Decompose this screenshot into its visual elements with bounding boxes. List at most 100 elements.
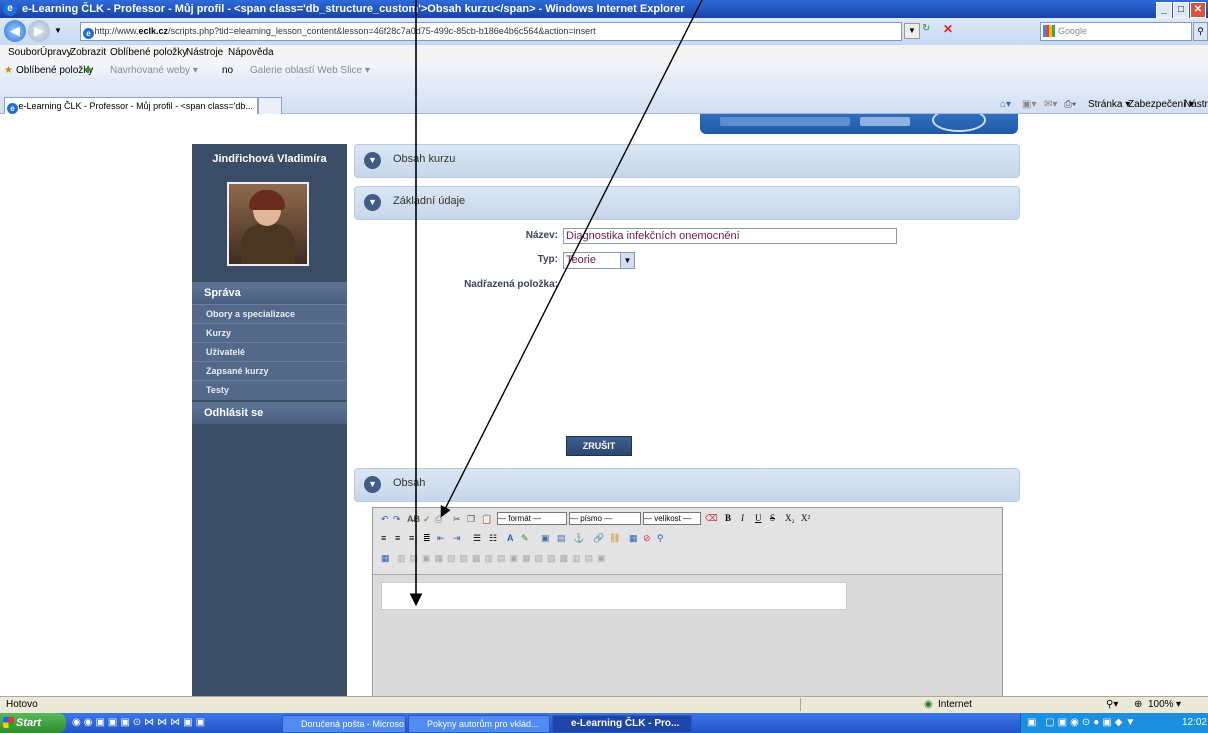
zoom-icon[interactable]: ⊕	[1134, 699, 1142, 710]
forward-button[interactable]: ▶	[28, 20, 50, 42]
superscript-icon[interactable]: X²	[801, 512, 810, 524]
taskbar-button-outlook[interactable]: Doručená pošta - Microso...	[282, 715, 406, 733]
find-replace-icon[interactable]: A̶B	[407, 513, 420, 525]
zoom-level[interactable]: 100%	[1148, 699, 1174, 710]
editor-content-area[interactable]	[381, 582, 847, 610]
google-icon	[1043, 25, 1055, 37]
preview-icon[interactable]: ⚲	[657, 532, 664, 544]
menu-view[interactable]: Zobrazit	[70, 47, 106, 58]
new-tab-button[interactable]	[258, 97, 282, 114]
menu-tools[interactable]: Nástroje	[186, 47, 223, 58]
image-icon[interactable]: ▣	[541, 532, 550, 544]
media-icon[interactable]: ▤	[557, 532, 566, 544]
print-icon[interactable]: ⎙	[435, 513, 442, 525]
cleanup-icon[interactable]: ⊘	[643, 532, 651, 544]
menu-file[interactable]: Soubor	[8, 47, 40, 58]
search-input[interactable]: Google	[1040, 22, 1192, 41]
sidebar-item-obory[interactable]: Obory a specializace	[192, 304, 347, 324]
justify-icon[interactable]: ≣	[423, 532, 431, 544]
header-search-field[interactable]	[720, 117, 850, 126]
section-course-content[interactable]: ▼ Obsah kurzu	[354, 144, 1020, 178]
align-right-icon[interactable]: ≡	[409, 532, 414, 544]
logout-link[interactable]: Odhlásit se	[192, 402, 347, 424]
html-source-icon[interactable]: ▦	[629, 532, 638, 544]
spellcheck-icon[interactable]: ✓	[423, 513, 431, 525]
menu-favorites[interactable]: Oblíbené položky	[110, 47, 187, 58]
favorites-bar: ★ Oblíbené položky ✚ Navrhované weby ▾ n…	[0, 62, 1208, 82]
quick-launch-icons[interactable]: ◉◉▣▣▣⊙⋈⋈⋈▣▣	[72, 717, 208, 728]
size-select-value: — velikost —	[644, 514, 692, 523]
tools-menu[interactable]: Nástroje ▾	[1184, 99, 1208, 110]
highlight-icon[interactable]: ✎	[521, 532, 529, 544]
mail-icon[interactable]: ✉▾	[1044, 99, 1057, 110]
maximize-button[interactable]: □	[1173, 2, 1189, 18]
header-search-button[interactable]	[860, 117, 910, 126]
sidebar-item-zapsane-kurzy[interactable]: Zapsané kurzy	[192, 361, 347, 381]
sidebar: Jindřichová Vladimíra Správa Obory a spe…	[192, 144, 347, 696]
italic-icon[interactable]: I	[741, 512, 744, 524]
page-menu[interactable]: Stránka ▾	[1088, 99, 1130, 110]
type-select[interactable]: Teorie ▼	[563, 252, 635, 269]
menu-help[interactable]: Nápověda	[228, 47, 274, 58]
add-favorite-icon[interactable]: ✚	[84, 65, 92, 76]
print-icon[interactable]: ⎙▾	[1064, 99, 1076, 110]
home-icon[interactable]: ⌂▾	[1000, 99, 1011, 110]
web-slice-gallery-link[interactable]: Galerie oblastí Web Slice ▾	[250, 65, 370, 76]
size-select[interactable]: — velikost —	[643, 512, 701, 525]
type-select-value: Teorie	[566, 254, 596, 266]
close-button[interactable]: ✕	[1190, 2, 1206, 18]
font-select[interactable]: — písmo —	[569, 512, 641, 525]
anchor-icon[interactable]: ⚓	[573, 532, 584, 544]
refresh-icon[interactable]: ↻	[922, 23, 938, 37]
underline-icon[interactable]: U	[755, 512, 762, 524]
numbered-list-icon[interactable]: ☷	[489, 532, 497, 544]
start-button[interactable]: Start	[0, 713, 66, 733]
indent-icon[interactable]: ⇥	[453, 532, 461, 544]
stop-icon[interactable]: ✕	[943, 22, 957, 36]
sidebar-item-uzivatele[interactable]: Uživatelé	[192, 342, 347, 362]
address-bar[interactable]: e http://www.eclk.cz/scripts.php?tid=ele…	[80, 22, 902, 41]
sidebar-item-testy[interactable]: Testy	[192, 380, 347, 400]
unlink-icon[interactable]: ⛓	[609, 532, 620, 544]
bold-icon[interactable]: B	[725, 512, 731, 524]
format-select-value: — formát —	[498, 514, 542, 523]
minimize-button[interactable]: _	[1156, 2, 1172, 18]
paste-icon[interactable]: 📋	[481, 513, 492, 525]
strikethrough-icon[interactable]: S	[770, 512, 775, 524]
align-left-icon[interactable]: ≡	[381, 532, 386, 544]
format-select[interactable]: — formát —	[497, 512, 567, 525]
search-icon[interactable]: ⚲	[1193, 22, 1208, 41]
outdent-icon[interactable]: ⇤	[437, 532, 445, 544]
remove-format-icon[interactable]: ⌫	[705, 512, 718, 524]
taskbar-button-ie[interactable]: e-Learning ČLK - Pro...	[552, 715, 692, 733]
copy-icon[interactable]: ❐	[467, 513, 475, 525]
cancel-selection-button[interactable]: ZRUŠIT VÝBĚR	[566, 436, 632, 469]
insert-table-icon[interactable]: ▦	[381, 552, 390, 564]
text-color-icon[interactable]: A	[507, 532, 514, 544]
zoom-dropdown-icon[interactable]: ▾	[1176, 699, 1181, 710]
history-dropdown-icon[interactable]: ▼	[54, 26, 62, 35]
protected-mode-icon[interactable]: ⚲▾	[1106, 699, 1118, 710]
name-input[interactable]: Diagnostika infekčních onemocnění	[563, 228, 897, 244]
sidebar-item-kurzy[interactable]: Kurzy	[192, 323, 347, 343]
align-center-icon[interactable]: ≡	[395, 532, 400, 544]
feeds-icon[interactable]: ▣▾	[1022, 99, 1036, 110]
suggested-sites-link[interactable]: Navrhované weby ▾	[110, 65, 198, 76]
menu-edit[interactable]: Úpravy	[40, 47, 72, 58]
tray-icons[interactable]: ▣ ▢▣◉⊙●▣◆▼	[1027, 717, 1138, 728]
subscript-icon[interactable]: X₂	[785, 512, 795, 524]
favorites-item-no[interactable]: no	[222, 65, 233, 76]
section-content[interactable]: ▼ Obsah	[354, 468, 1020, 502]
cut-icon[interactable]: ✂	[453, 513, 461, 525]
link-icon[interactable]: 🔗	[593, 532, 604, 544]
back-button[interactable]: ◀	[4, 20, 26, 42]
bullet-list-icon[interactable]: ☰	[473, 532, 481, 544]
section-basic-data[interactable]: ▼ Základní údaje	[354, 186, 1020, 220]
taskbar-button-word[interactable]: Pokyny autorům pro vklád...	[408, 715, 550, 733]
favorites-button[interactable]: Oblíbené položky	[16, 65, 93, 76]
address-dropdown-button[interactable]: ▼	[904, 23, 920, 39]
redo-icon[interactable]: ↷	[393, 513, 401, 525]
type-label: Typ:	[537, 254, 558, 265]
browser-tab-active[interactable]: e e-Learning ČLK - Professor - Můj profi…	[4, 97, 258, 114]
undo-icon[interactable]: ↶	[381, 513, 389, 525]
